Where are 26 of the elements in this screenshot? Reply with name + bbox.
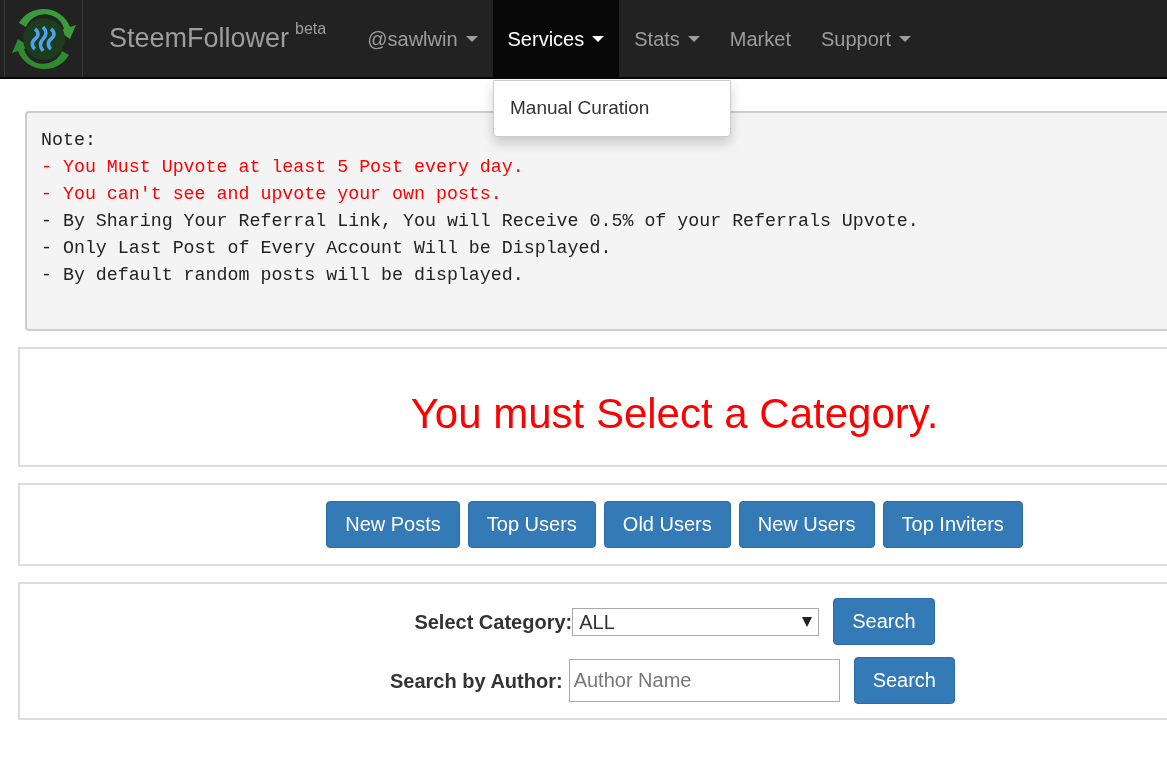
dropdown-arrow-icon xyxy=(802,616,813,627)
note-line: - By default random posts will be displayed. xyxy=(41,264,525,287)
note-title: Note: xyxy=(41,129,97,152)
sort-button[interactable]: Top Users xyxy=(467,501,596,549)
dropdown-item[interactable]: Manual Curation xyxy=(494,87,730,130)
note-line: - Only Last Post of Every Account Will be Displayed. xyxy=(41,237,613,260)
sort-button[interactable]: New Users xyxy=(738,501,875,549)
nav-menu-item[interactable]: Market xyxy=(714,0,806,77)
author-label: Search by Author: xyxy=(390,668,563,694)
nav-menu-item[interactable]: Services xyxy=(492,0,620,77)
search-button[interactable]: Search xyxy=(833,598,935,646)
nav-menu-item[interactable]: Stats xyxy=(619,0,715,77)
brand-link[interactable]: SteemFollower $^{beta}$ xyxy=(83,0,353,77)
author-input[interactable]: Author Name xyxy=(568,659,840,703)
sort-button[interactable]: Old Users xyxy=(603,501,731,549)
note-line: - You Must Upvote at least 5 Post every day. xyxy=(41,156,525,179)
nav-menu-item[interactable]: @sawlwin xyxy=(352,0,493,77)
sort-button[interactable]: New Posts xyxy=(326,501,460,549)
category-warning: You must Select a Category. xyxy=(409,389,940,439)
sort-button[interactable]: Top Inviters xyxy=(882,501,1023,549)
search-button[interactable]: Search xyxy=(853,657,955,705)
category-select[interactable]: ALL xyxy=(572,607,820,636)
note-line: - By Sharing Your Referral Link, You will Receive 0.5% of your Referrals Upvote. xyxy=(41,210,920,233)
nav-menu-item[interactable]: Support xyxy=(805,0,926,77)
category-label: Select Category: xyxy=(414,609,573,635)
note-line: - You can't see and upvote your own posts. xyxy=(41,183,503,206)
